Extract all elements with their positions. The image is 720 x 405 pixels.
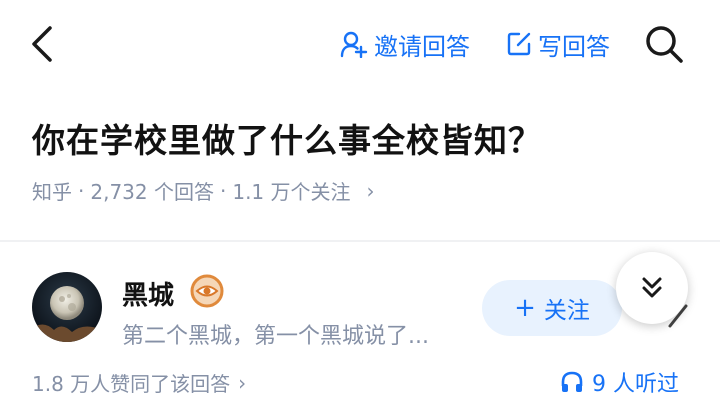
back-button[interactable] [24,22,64,66]
double-chevron-down-icon [642,277,662,298]
follow-count: 1.1 万个关注 [232,180,351,204]
avatar[interactable] [32,272,102,342]
search-button[interactable] [642,22,686,66]
edit-icon [507,32,531,56]
headphones-icon [561,371,583,392]
author-bio: 第二个黑城，第一个黑城说了... [122,324,429,349]
invite-answer-label: 邀请回答 [374,32,470,61]
write-answer-button[interactable]: 写回答 [506,26,610,62]
back-arrow-icon [32,26,52,62]
plus-icon: + [514,293,536,323]
meta-separator: · [78,178,85,203]
invite-answer-button[interactable]: 邀请回答 [340,26,470,62]
section-divider [0,240,720,242]
likes-text: 1.8 万人赞同了该回答 [32,372,231,396]
listeners-text: 9 人听过 [592,372,679,397]
source-label: 知乎 [32,180,72,204]
author-name[interactable]: 黑城 [122,275,174,312]
chevron-right-icon: › [238,370,247,395]
listeners-button[interactable]: 9 人听过 [560,366,679,398]
meta-separator: · [219,178,227,203]
write-answer-label: 写回答 [538,32,610,61]
chevron-right-icon: › [366,178,375,203]
search-icon [646,26,683,63]
badge-eye-icon [190,274,224,308]
question-meta[interactable]: 知乎 · 2,732 个回答 · 1.1 万个关注 › [32,176,375,205]
likes-summary[interactable]: 1.8 万人赞同了该回答 › [32,368,246,397]
question-title: 你在学校里做了什么事全校皆知？ [32,121,542,160]
add-user-icon [340,31,368,58]
follow-button[interactable]: + 关注 [482,280,622,336]
answer-count: 2,732 个回答 [90,180,214,204]
top-bar: 邀请回答 写回答 [0,0,720,90]
follow-label: 关注 [543,298,590,324]
collapse-button[interactable] [616,252,688,324]
